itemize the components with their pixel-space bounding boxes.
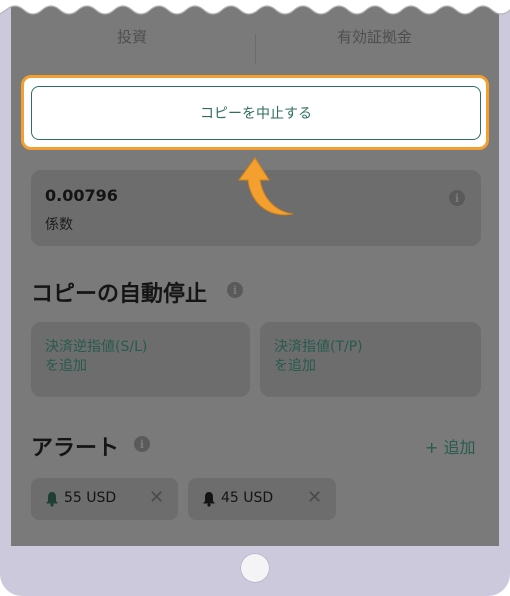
- alert-chip-label: 45 USD: [221, 490, 274, 506]
- auto-stop-info-icon[interactable]: i: [227, 282, 243, 298]
- tab-bar: 投資 有効証拠金: [11, 20, 499, 64]
- add-alert-button[interactable]: + 追加: [425, 434, 476, 458]
- info-icon[interactable]: i: [449, 190, 465, 206]
- take-profit-card[interactable]: 決済指値(T/P) を追加: [260, 322, 481, 397]
- alert-chip: 45 USD ✕: [188, 478, 336, 520]
- auto-stop-title: コピーの自動停止: [31, 282, 208, 307]
- home-button[interactable]: [240, 553, 270, 583]
- stop-loss-label: 決済逆指値(S/L): [45, 339, 148, 355]
- alert-chip-label: 55 USD: [64, 490, 117, 506]
- device-frame: 投資 有効証拠金 0.00796 係数 i コピーの自動停止 i 決済逆指値(S…: [0, 0, 510, 596]
- tab-divider: [255, 34, 256, 64]
- tab-equity[interactable]: 有効証拠金: [337, 26, 412, 47]
- pointer-arrow-icon: [238, 157, 294, 216]
- stop-copy-button[interactable]: コピーを中止する: [31, 86, 481, 140]
- take-profit-label: 決済指値(T/P): [274, 339, 363, 355]
- alerts-title: アラート: [31, 436, 120, 461]
- close-icon[interactable]: ✕: [149, 487, 164, 508]
- close-icon[interactable]: ✕: [307, 487, 322, 508]
- stop-loss-card[interactable]: 決済逆指値(S/L) を追加: [31, 322, 250, 397]
- take-profit-add: を追加: [274, 358, 316, 374]
- torn-edge: [0, 0, 510, 15]
- stop-loss-add: を追加: [45, 358, 87, 374]
- alerts-info-icon[interactable]: i: [134, 436, 150, 452]
- bell-icon: [203, 492, 215, 507]
- coefficient-value: 0.00796: [45, 186, 118, 205]
- stop-copy-highlight: コピーを中止する: [21, 75, 489, 150]
- app-screen: 投資 有効証拠金 0.00796 係数 i コピーの自動停止 i 決済逆指値(S…: [11, 0, 499, 546]
- bell-icon: [46, 492, 58, 507]
- alert-chip: 55 USD ✕: [31, 478, 178, 520]
- coefficient-label: 係数: [45, 217, 73, 233]
- tab-investment[interactable]: 投資: [117, 26, 147, 47]
